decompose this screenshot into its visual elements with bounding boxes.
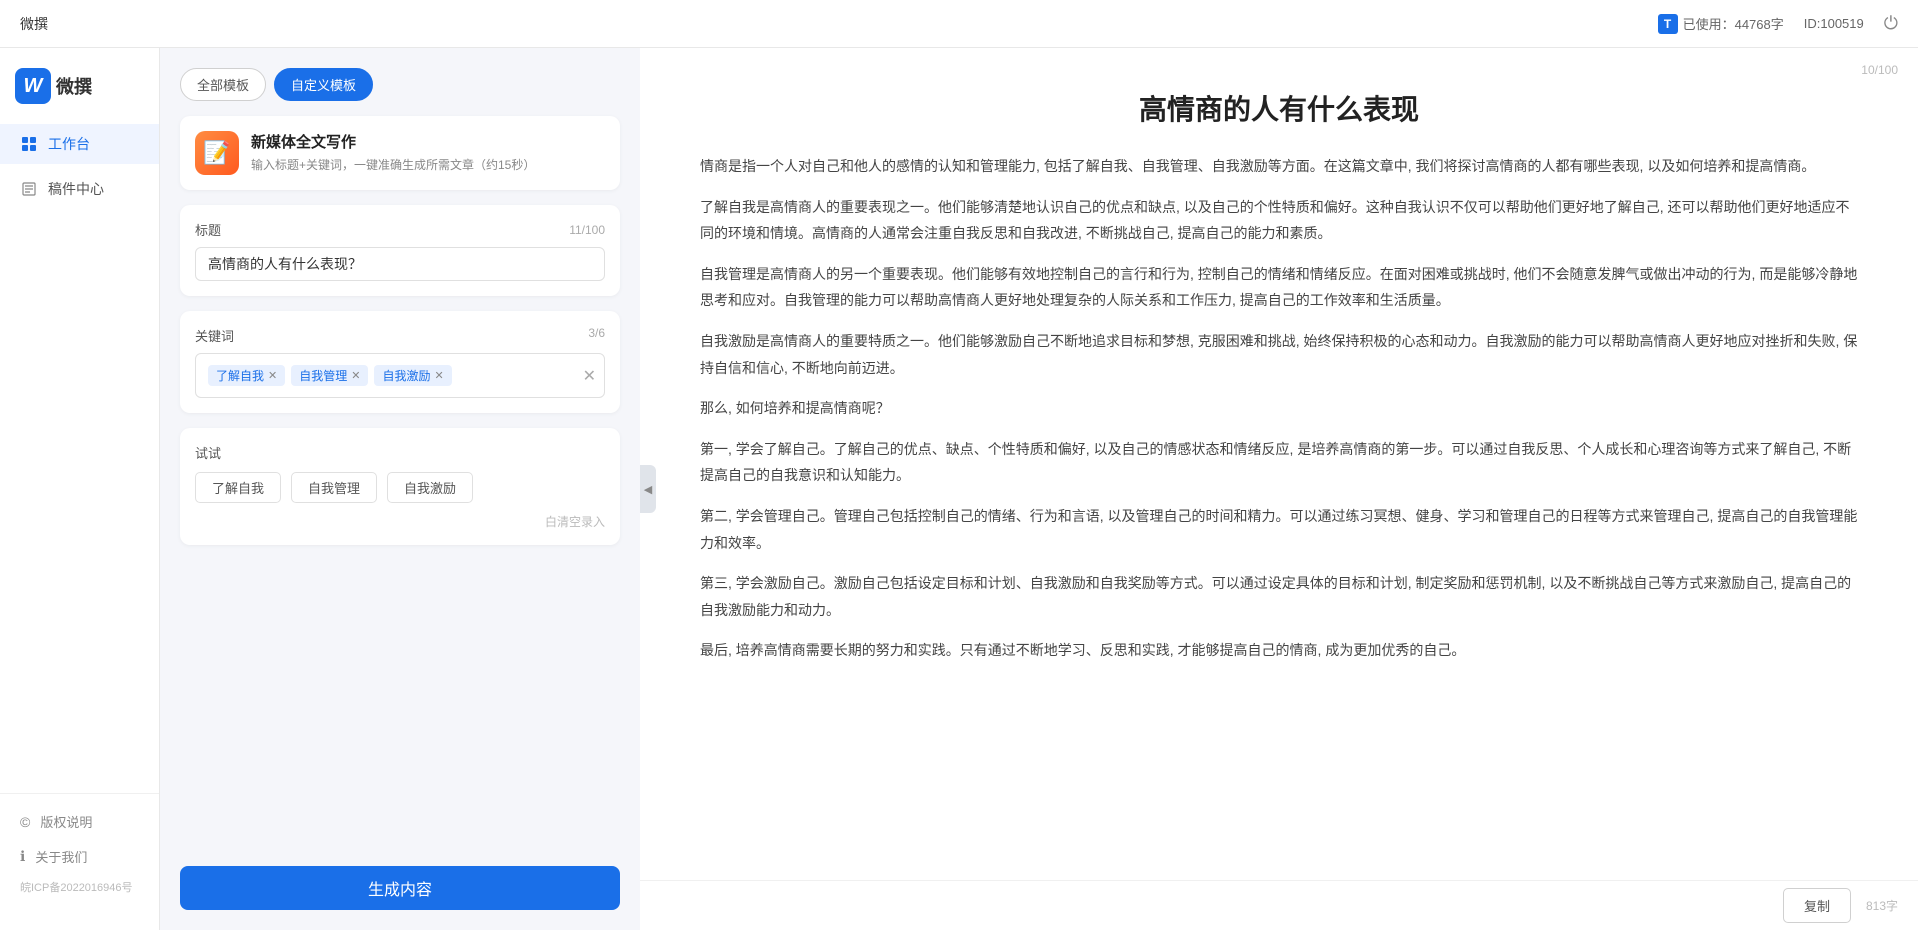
preview-content: 情商是指一个人对自己和他人的感情的认知和管理能力, 包括了解自我、自我管理、自我… xyxy=(700,153,1858,664)
preview-counter: 10/100 xyxy=(1861,63,1898,77)
keywords-label: 关键词 3/6 xyxy=(195,326,605,345)
keywords-count: 3/6 xyxy=(588,326,605,345)
header-usage: T 已使用：44768字 xyxy=(1658,14,1784,34)
sidebar-workspace-label: 工作台 xyxy=(48,134,90,154)
sidebar-item-drafts[interactable]: 稿件中心 xyxy=(0,169,159,209)
sidebar-item-copyright[interactable]: © 版权说明 xyxy=(0,804,159,839)
trial-tags: 了解自我 自我管理 自我激励 xyxy=(195,472,605,503)
copyright-icon: © xyxy=(20,814,30,830)
word-count: 813字 xyxy=(1866,897,1898,914)
preview-area: 10/100 高情商的人有什么表现 情商是指一个人对自己和他人的感情的认知和管理… xyxy=(640,48,1918,880)
id-label: ID:100519 xyxy=(1804,16,1864,31)
preview-title: 高情商的人有什么表现 xyxy=(700,88,1858,128)
usage-icon: T xyxy=(1658,14,1678,34)
preview-para-0: 情商是指一个人对自己和他人的感情的认知和管理能力, 包括了解自我、自我管理、自我… xyxy=(700,153,1858,180)
keyword-tag-1[interactable]: 了解自我 ✕ xyxy=(208,365,285,386)
keyword-tag-2[interactable]: 自我管理 ✕ xyxy=(291,365,368,386)
title-count: 11/100 xyxy=(569,223,605,237)
sidebar-item-about[interactable]: ℹ 关于我们 xyxy=(0,839,159,874)
sidebar-bottom: © 版权说明 ℹ 关于我们 皖ICP备2022016946号 xyxy=(0,793,159,910)
template-info: 新媒体全文写作 输入标题+关键词，一键准确生成所需文章（约15秒） xyxy=(251,131,605,173)
title-section: 标题 11/100 xyxy=(180,205,620,296)
sidebar-item-workspace[interactable]: 工作台 xyxy=(0,124,159,164)
template-tabs: 全部模板 自定义模板 xyxy=(180,68,620,101)
content-area: 全部模板 自定义模板 📝 新媒体全文写作 输入标题+关键词，一键准确生成所需文章… xyxy=(160,48,1918,930)
about-label: 关于我们 xyxy=(35,847,87,866)
header-right: T 已使用：44768字 ID:100519 ⏻ xyxy=(1658,13,1898,34)
template-icon: 📝 xyxy=(195,131,239,175)
keywords-section: 关键词 3/6 了解自我 ✕ 自我管理 ✕ 自我激励 ✕ xyxy=(180,311,620,413)
keyword-tag-2-text: 自我管理 xyxy=(299,367,347,384)
power-icon[interactable]: ⏻ xyxy=(1884,13,1898,34)
logo-text: 微撰 xyxy=(56,73,92,99)
preview-para-3: 自我激励是高情商人的重要特质之一。他们能够激励自己不断地追求目标和梦想, 克服困… xyxy=(700,328,1858,381)
keyword-tag-3[interactable]: 自我激励 ✕ xyxy=(374,365,451,386)
copyright-label: 版权说明 xyxy=(40,812,92,831)
keywords-input-area[interactable]: 了解自我 ✕ 自我管理 ✕ 自我激励 ✕ ✕ xyxy=(195,353,605,398)
title-label-text: 标题 xyxy=(195,220,221,239)
sidebar-nav: 工作台 稿件中心 xyxy=(0,124,159,793)
preview-para-2: 自我管理是高情商人的另一个重要表现。他们能够有效地控制自己的言行和行为, 控制自… xyxy=(700,261,1858,314)
keyword-tag-3-text: 自我激励 xyxy=(382,367,430,384)
collapse-arrow[interactable]: ◀ xyxy=(640,465,656,513)
keywords-clear-icon[interactable]: ✕ xyxy=(583,366,596,386)
about-icon: ℹ xyxy=(20,848,25,865)
title-input[interactable] xyxy=(195,247,605,281)
trial-clear[interactable]: 白清空录入 xyxy=(195,513,605,530)
keywords-label-text: 关键词 xyxy=(195,326,234,345)
keyword-tag-2-close[interactable]: ✕ xyxy=(351,369,360,382)
template-desc: 输入标题+关键词，一键准确生成所需文章（约15秒） xyxy=(251,156,605,173)
sidebar: W 微撰 工作台 稿件中心 © 版权说明 ℹ xyxy=(0,48,160,930)
title-label: 标题 11/100 xyxy=(195,220,605,239)
drafts-icon xyxy=(20,180,38,198)
keyword-tag-3-close[interactable]: ✕ xyxy=(434,369,443,382)
chevron-left-icon: ◀ xyxy=(644,483,652,496)
logo-w-icon: W xyxy=(15,68,51,104)
keyword-tag-1-close[interactable]: ✕ xyxy=(268,369,277,382)
preview-para-7: 第三, 学会激励自己。激励自己包括设定目标和计划、自我激励和自我奖励等方式。可以… xyxy=(700,570,1858,623)
preview-para-8: 最后, 培养高情商需要长期的努力和实践。只有通过不断地学习、反思和实践, 才能够… xyxy=(700,637,1858,664)
right-panel: 10/100 高情商的人有什么表现 情商是指一个人对自己和他人的感情的认知和管理… xyxy=(640,48,1918,930)
copy-button[interactable]: 复制 xyxy=(1783,888,1851,923)
generate-button[interactable]: 生成内容 xyxy=(180,866,620,910)
tab-custom-templates[interactable]: 自定义模板 xyxy=(274,68,373,101)
left-panel: 全部模板 自定义模板 📝 新媒体全文写作 输入标题+关键词，一键准确生成所需文章… xyxy=(160,48,640,930)
preview-bottom-bar: 复制 813字 xyxy=(640,880,1918,930)
header: 微撰 T 已使用：44768字 ID:100519 ⏻ xyxy=(0,0,1918,48)
workspace-icon xyxy=(20,135,38,153)
template-name: 新媒体全文写作 xyxy=(251,131,605,152)
logo-area: W 微撰 xyxy=(0,68,159,124)
trial-tag-3[interactable]: 自我激励 xyxy=(387,472,473,503)
trial-section: 试试 了解自我 自我管理 自我激励 白清空录入 xyxy=(180,428,620,545)
preview-para-5: 第一, 学会了解自己。了解自己的优点、缺点、个性特质和偏好, 以及自己的情感状态… xyxy=(700,436,1858,489)
preview-para-1: 了解自我是高情商人的重要表现之一。他们能够清楚地认识自己的优点和缺点, 以及自己… xyxy=(700,194,1858,247)
sidebar-drafts-label: 稿件中心 xyxy=(48,179,104,199)
main-layout: W 微撰 工作台 稿件中心 © 版权说明 ℹ xyxy=(0,48,1918,930)
icp-text: 皖ICP备2022016946号 xyxy=(0,874,159,900)
keyword-tag-1-text: 了解自我 xyxy=(216,367,264,384)
header-title: 微撰 xyxy=(20,14,48,34)
trial-tag-2[interactable]: 自我管理 xyxy=(291,472,377,503)
usage-label: 已使用：44768字 xyxy=(1683,14,1784,33)
trial-label: 试试 xyxy=(195,443,605,462)
preview-para-6: 第二, 学会管理自己。管理自己包括控制自己的情绪、行为和言语, 以及管理自己的时… xyxy=(700,503,1858,556)
preview-para-4: 那么, 如何培养和提高情商呢？ xyxy=(700,395,1858,422)
template-card[interactable]: 📝 新媒体全文写作 输入标题+关键词，一键准确生成所需文章（约15秒） xyxy=(180,116,620,190)
trial-tag-1[interactable]: 了解自我 xyxy=(195,472,281,503)
tab-all-templates[interactable]: 全部模板 xyxy=(180,68,266,101)
